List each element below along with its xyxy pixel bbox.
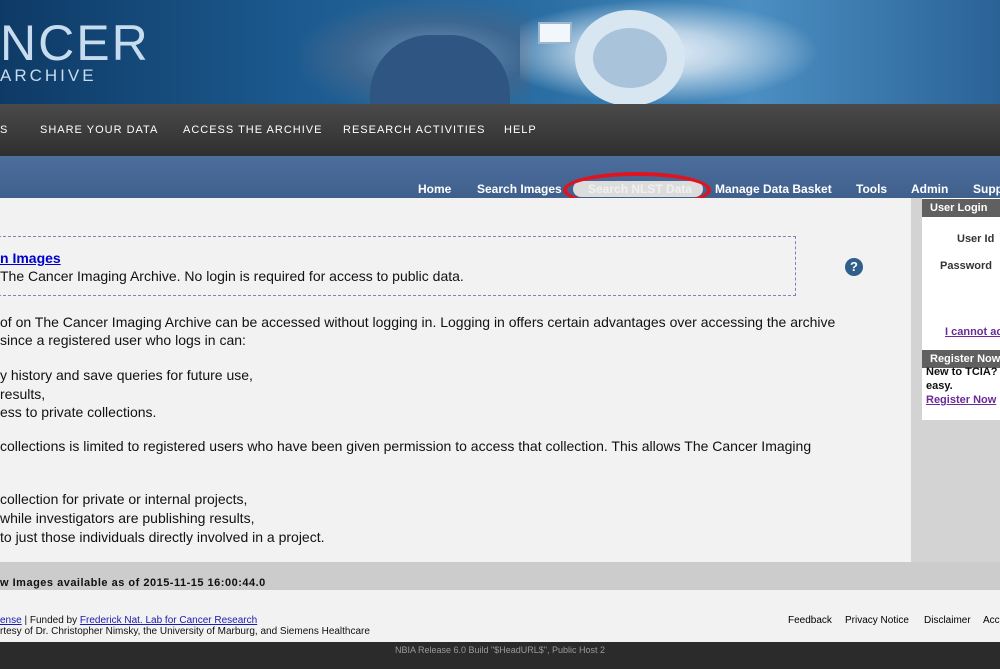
license-link[interactable]: ense [0,615,22,626]
benefit-item-2: results, [0,386,46,402]
private-item-1: collection for private or internal proje… [0,491,248,507]
site-logo[interactable]: NCER [0,18,150,68]
benefit-item-1: y history and save queries for future us… [0,367,253,383]
benefit-item-3: ess to private collections. [0,404,157,420]
notice-box [0,236,796,296]
photo-courtesy-text: rtesy of Dr. Christopher Nimsky, the Uni… [0,626,370,637]
main-nav-research-activities[interactable]: RESEARCH ACTIVITIES [343,124,485,136]
footer-disclaimer-link[interactable]: Disclaimer [924,615,971,626]
password-label: Password [940,260,992,272]
intro-paragraph-line-1: of on The Cancer Imaging Archive can be … [0,314,836,330]
main-nav-item-partial[interactable]: S [0,124,8,136]
release-text: NBIA Release 6.0 Build "$HeadURL$", Publ… [394,645,605,655]
user-id-label: User Id [957,233,995,245]
main-nav: S SHARE YOUR DATA ACCESS THE ARCHIVE RES… [0,104,1000,156]
cannot-access-link[interactable]: I cannot ac [945,326,1000,338]
main-nav-help[interactable]: HELP [504,124,537,136]
sub-nav-support[interactable]: Supp [973,182,1000,196]
fnlcr-link[interactable]: Frederick Nat. Lab for Cancer Research [80,615,257,626]
sub-nav-manage-data-basket[interactable]: Manage Data Basket [715,182,832,196]
main-nav-access-the-archive[interactable]: ACCESS THE ARCHIVE [183,124,322,136]
new-to-tcia-text: New to TCIA? [926,366,998,378]
private-item-2: while investigators are publishing resul… [0,510,255,526]
intro-paragraph-line-2: since a registered user who logs in can: [0,332,246,348]
sub-nav-tools[interactable]: Tools [856,182,887,196]
easy-text: easy. [926,380,953,392]
site-logo-subtitle: ARCHIVE [0,66,97,85]
question-icon[interactable]: ? [845,258,863,276]
sub-nav-home[interactable]: Home [418,182,451,196]
private-paragraph: collections is limited to registered use… [0,438,812,454]
content-gutter [911,198,922,562]
banner-scanner-ring [575,10,685,104]
notice-title-link[interactable]: n Images [0,250,61,266]
sub-nav-search-images[interactable]: Search Images [477,182,562,196]
banner-monitor [538,22,572,44]
notice-text: The Cancer Imaging Archive. No login is … [0,268,464,284]
user-login-header: User Login [922,199,1000,217]
footer-accessibility-link[interactable]: Acc [983,615,1000,626]
sub-nav: Home Search Images Manage Data Basket To… [0,156,1000,198]
footer-privacy-notice-link[interactable]: Privacy Notice [845,615,909,626]
private-item-3: to just those individuals directly invol… [0,529,325,545]
images-available-status: w Images available as of 2015-11-15 16:0… [0,577,266,589]
funded-by-text: | Funded by [21,615,80,626]
register-now-link[interactable]: Register Now [926,394,996,406]
footer-funding-line: ense | Funded by Frederick Nat. Lab for … [0,615,257,626]
footer-feedback-link[interactable]: Feedback [788,615,832,626]
header-banner: NCER ARCHIVE [0,0,1000,104]
sub-nav-admin[interactable]: Admin [911,182,948,196]
main-content: n Images The Cancer Imaging Archive. No … [0,198,911,562]
main-nav-share-your-data[interactable]: SHARE YOUR DATA [40,124,158,136]
